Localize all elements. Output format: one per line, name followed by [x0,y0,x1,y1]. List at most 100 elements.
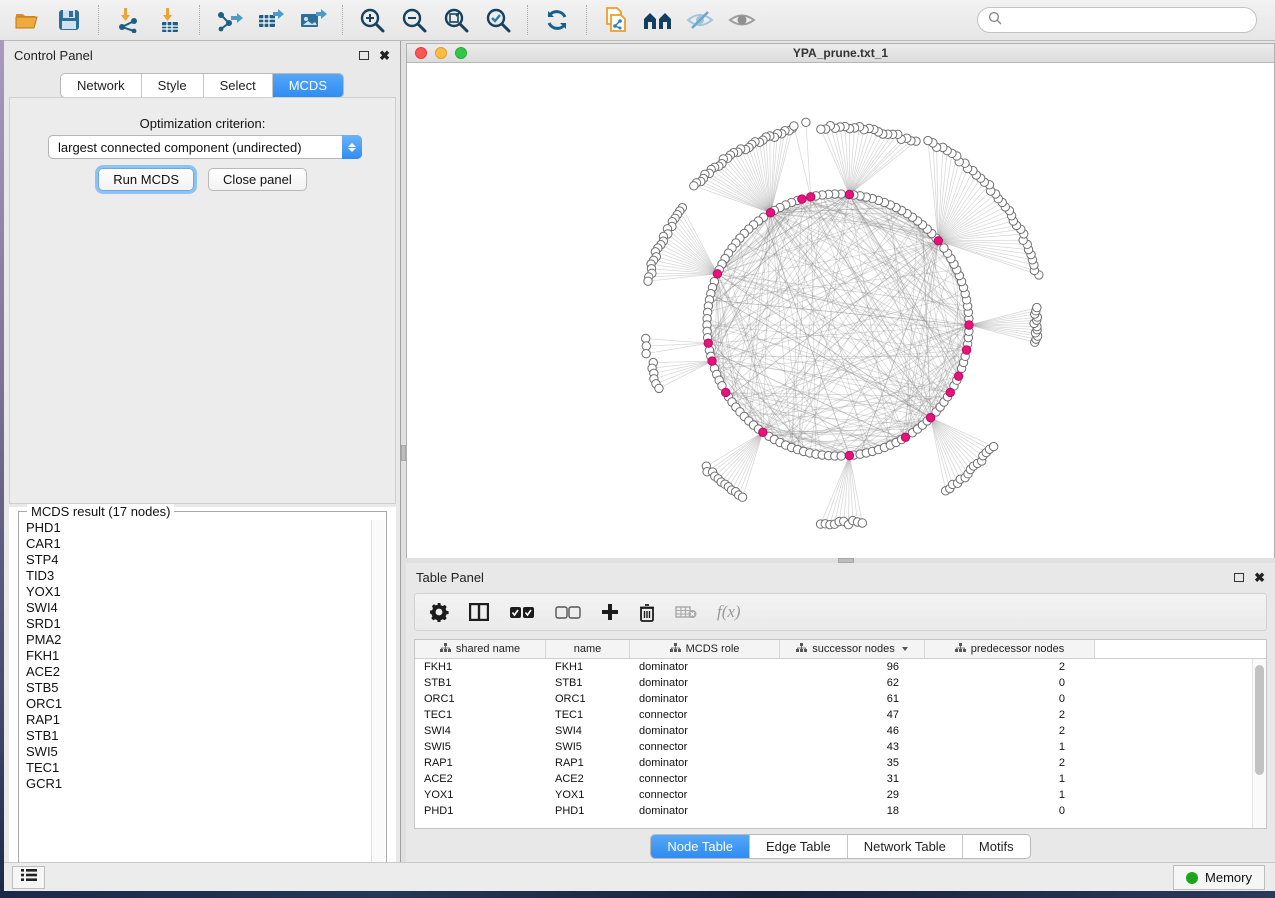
mcds-result-scrollbar[interactable] [371,520,385,879]
import-table-icon [157,7,183,33]
tab-select[interactable]: Select [204,74,273,97]
mcds-result-item[interactable]: ORC1 [20,696,371,712]
mcds-result-item[interactable]: STP4 [20,552,371,568]
memory-button[interactable]: Memory [1173,865,1265,890]
tab-node-table[interactable]: Node Table [651,835,750,858]
table-cell: 61 [780,691,925,707]
table-row[interactable]: ORC1ORC1dominator610 [415,691,1252,707]
table-scrollbar[interactable] [1252,659,1266,828]
column-header-successor-nodes[interactable]: successor nodes [780,640,925,658]
column-header-predecessor-nodes[interactable]: predecessor nodes [925,640,1095,658]
zoom-in-button[interactable] [355,4,389,36]
mcds-result-item[interactable]: SWI4 [20,600,371,616]
open-button[interactable] [10,4,44,36]
table-row[interactable]: STB1STB1dominator620 [415,675,1252,691]
table-row[interactable]: SWI4SWI4dominator462 [415,723,1252,739]
table-row[interactable]: YOX1YOX1connector291 [415,787,1252,803]
network-canvas[interactable] [407,64,1274,558]
tab-network[interactable]: Network [61,74,142,97]
zoom-fit-button[interactable] [439,4,473,36]
run-mcds-button[interactable]: Run MCDS [98,168,194,191]
table-cell: ORC1 [546,691,630,707]
mcds-result-item[interactable]: ACE2 [20,664,371,680]
zoom-out-button[interactable] [397,4,431,36]
table-cell: connector [630,771,780,787]
apply-layout-button[interactable] [540,4,574,36]
gear-icon[interactable] [429,602,449,622]
close-panel-button[interactable]: Close panel [208,168,307,191]
tab-mcds[interactable]: MCDS [273,74,343,97]
clear-table-icon[interactable] [675,605,697,619]
mcds-result-item[interactable]: SRD1 [20,616,371,632]
hide-selection-button[interactable] [683,4,717,36]
export-network-icon [215,7,243,33]
column-header-shared-name[interactable]: shared name [415,640,546,658]
save-button[interactable] [52,4,86,36]
table-cell: 1 [925,787,1095,803]
control-panel-title: Control Panel [14,48,93,63]
control-panel-titlebar: Control Panel ✖ [4,41,400,69]
close-panel-icon[interactable]: ✖ [379,49,390,62]
mcds-result-item[interactable]: PHD1 [20,520,371,536]
export-network-button[interactable] [212,4,246,36]
mcds-result-item[interactable]: SWI5 [20,744,371,760]
float-panel-icon[interactable] [1234,573,1244,582]
table-row[interactable]: SWI5SWI5connector431 [415,739,1252,755]
table-scrollbar-thumb[interactable] [1255,665,1264,775]
column-header-MCDS-role[interactable]: MCDS role [630,640,780,658]
column-layout-icon[interactable] [469,603,489,621]
delete-column-icon[interactable] [639,603,655,622]
table-row[interactable]: ACE2ACE2connector311 [415,771,1252,787]
toolbar-separator [527,5,528,35]
table-row[interactable]: RAP1RAP1dominator352 [415,755,1252,771]
table-row[interactable]: PHD1PHD1dominator180 [415,803,1252,819]
tab-edge-table[interactable]: Edge Table [750,835,848,858]
zoom-selected-button[interactable] [481,4,515,36]
mcds-result-item[interactable]: STB5 [20,680,371,696]
mcds-result-item[interactable]: RAP1 [20,712,371,728]
criterion-dropdown-value: largest connected component (undirected) [49,140,342,155]
network-window-title: YPA_prune.txt_1 [407,46,1274,60]
column-header-name[interactable]: name [546,640,630,658]
mcds-result-item[interactable]: TID3 [20,568,371,584]
status-bar: Memory [4,862,1275,891]
table-cell: dominator [630,675,780,691]
mcds-result-item[interactable]: CAR1 [20,536,371,552]
mcds-result-item[interactable]: GCR1 [20,776,371,792]
table-row[interactable]: TEC1TEC1connector472 [415,707,1252,723]
network-window-titlebar[interactable]: YPA_prune.txt_1 [407,44,1274,63]
table-cell: dominator [630,723,780,739]
add-column-icon[interactable] [601,603,619,621]
tab-motifs[interactable]: Motifs [963,835,1030,858]
show-task-history-button[interactable] [12,866,45,889]
close-panel-icon[interactable]: ✖ [1254,571,1265,584]
search-input[interactable] [1008,13,1246,28]
new-network-from-selection-button[interactable] [599,4,633,36]
table-panel-tabs: Node TableEdge TableNetwork TableMotifs [650,834,1030,859]
mcds-result-item[interactable]: PMA2 [20,632,371,648]
search-icon [988,11,1002,30]
first-neighbors-button[interactable] [641,4,675,36]
mcds-result-item[interactable]: TEC1 [20,760,371,776]
function-builder-icon[interactable]: f(x) [717,602,741,622]
mcds-result-item[interactable]: FKH1 [20,648,371,664]
mcds-result-item[interactable]: STB1 [20,728,371,744]
export-table-button[interactable] [254,4,288,36]
tab-style[interactable]: Style [142,74,204,97]
float-panel-icon[interactable] [359,51,369,60]
show-all-button[interactable] [725,4,759,36]
table-body: FKH1FKH1dominator962STB1STB1dominator620… [415,659,1252,828]
mcds-result-item[interactable]: YOX1 [20,584,371,600]
export-image-button[interactable] [296,4,330,36]
table-cell: dominator [630,691,780,707]
select-all-icon[interactable] [509,606,535,619]
tab-network-table[interactable]: Network Table [848,835,963,858]
table-cell: 43 [780,739,925,755]
import-network-button[interactable] [111,4,145,36]
unselect-all-icon[interactable] [555,606,581,619]
attribute-type-icon [955,643,966,656]
criterion-dropdown[interactable]: largest connected component (undirected) [48,135,362,159]
import-table-button[interactable] [153,4,187,36]
table-row[interactable]: FKH1FKH1dominator962 [415,659,1252,675]
table-cell: STB1 [546,675,630,691]
